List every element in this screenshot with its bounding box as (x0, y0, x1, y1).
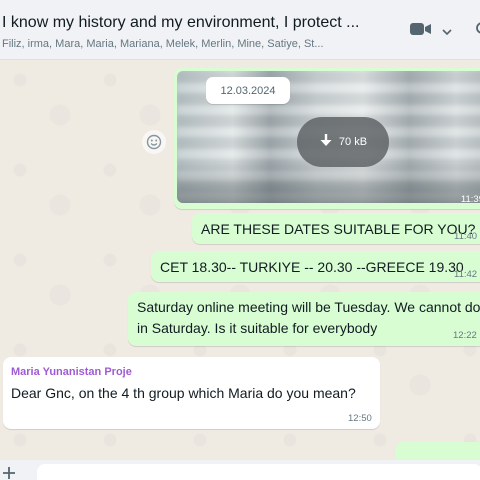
outgoing-message[interactable] (395, 442, 480, 460)
header-actions (410, 22, 452, 41)
message-time: 11:40 (454, 231, 478, 242)
outgoing-message[interactable]: Saturday online meeting will be Tuesday.… (128, 292, 480, 346)
message-time: 12:50 (348, 413, 372, 424)
message-text: in Saturday. Is it suitable for everybod… (137, 320, 378, 336)
message-composer (0, 460, 480, 480)
message-list[interactable]: 70 kB 11:39 12.03.2024 ARE THESE DATES S… (0, 60, 480, 460)
date-chip: 12.03.2024 (206, 77, 290, 104)
sender-name[interactable]: Maria Yunanistan Proje (11, 366, 132, 378)
message-time: 12:22 (453, 330, 477, 341)
group-members-list[interactable]: Filiz, irma, Mara, Maria, Mariana, Melek… (2, 38, 324, 50)
outgoing-message[interactable]: CET 18.30-- TURKIYE -- 20.30 --GREECE 19… (151, 251, 480, 282)
message-text: Saturday online meeting will be Tuesday.… (137, 299, 480, 315)
download-size: 70 kB (338, 136, 368, 148)
chat-title[interactable]: I know my history and my environment, I … (2, 14, 359, 32)
search-icon[interactable] (474, 22, 480, 41)
message-time: 11:42 (454, 269, 478, 280)
outgoing-message[interactable]: ARE THESE DATES SUITABLE FOR YOU? 11:40 (192, 213, 480, 244)
download-arrow-icon (319, 133, 333, 152)
video-camera-icon[interactable] (410, 22, 432, 41)
message-input[interactable] (37, 464, 480, 480)
message-text: CET 18.30-- TURKIYE -- 20.30 --GREECE 19… (160, 259, 464, 275)
chat-header[interactable]: I know my history and my environment, I … (0, 0, 480, 60)
smiley-icon[interactable] (142, 130, 166, 154)
incoming-message[interactable]: Maria Yunanistan Proje Dear Gnc, on the … (3, 357, 380, 429)
message-text: ARE THESE DATES SUITABLE FOR YOU? (201, 221, 476, 237)
message-time: 11:39 (460, 194, 480, 205)
download-button[interactable]: 70 kB (297, 117, 389, 167)
plus-icon[interactable] (3, 466, 15, 480)
chevron-down-icon[interactable] (442, 23, 452, 41)
message-text: Dear Gnc, on the 4 th group which Maria … (11, 385, 356, 401)
